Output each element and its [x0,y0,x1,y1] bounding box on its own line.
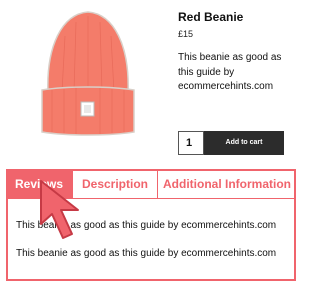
beanie-hat-icon [41,11,135,136]
product-description: This beanie as good as this guide by eco… [178,52,282,92]
pointer-arrow-icon [40,180,79,239]
review-text: This beanie as good as this guide by eco… [16,248,277,259]
quantity-input[interactable]: 1 [178,131,204,155]
product-title: Red Beanie [178,10,244,24]
add-to-cart-button[interactable]: Add to cart [204,131,284,155]
tab-additional-information[interactable]: Additional Information [158,171,296,198]
product-price: £15 [178,29,194,39]
